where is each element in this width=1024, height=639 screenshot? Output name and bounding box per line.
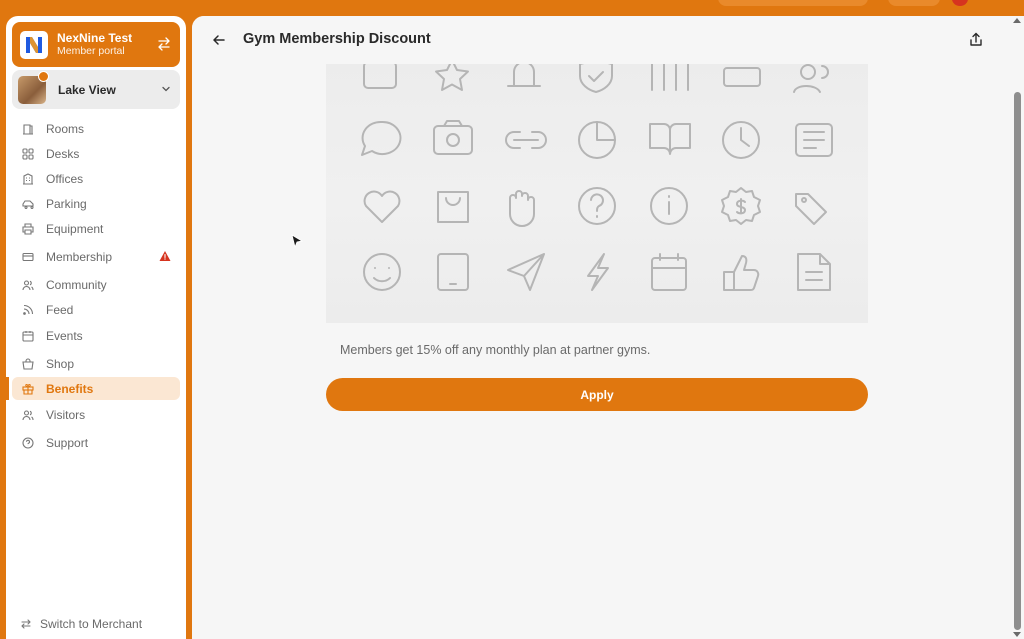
desks-icon	[22, 147, 34, 160]
scrollbar-thumb[interactable]	[1014, 92, 1021, 630]
scroll-up-arrow-icon[interactable]	[1013, 18, 1021, 23]
sidebar-item-label: Desks	[46, 146, 80, 161]
back-arrow-icon[interactable]	[212, 33, 226, 47]
sidebar-item-label: Benefits	[46, 381, 94, 396]
card-icon	[22, 252, 34, 261]
sidebar-item-benefits[interactable]: Benefits	[6, 377, 180, 400]
offices-icon	[23, 172, 33, 185]
help-icon	[22, 436, 34, 449]
page-header: Gym Membership Discount	[192, 16, 1000, 64]
main-panel: Gym Membership Discount Members get 15% …	[192, 16, 1024, 639]
sidebar-item-equipment[interactable]: Equipment	[12, 217, 180, 240]
location-selector[interactable]: Lake View	[12, 70, 180, 109]
sidebar-item-label: Feed	[46, 302, 74, 317]
switch-arrows-icon[interactable]	[156, 36, 172, 52]
share-icon[interactable]	[969, 32, 983, 47]
gift-icon	[22, 383, 34, 395]
sidebar-item-community[interactable]: Community	[12, 273, 180, 296]
sidebar-item-label: Rooms	[46, 121, 85, 136]
sidebar-item-label: Shop	[46, 356, 75, 371]
sidebar-item-shop[interactable]: Shop	[12, 352, 180, 375]
sidebar-item-label: Parking	[46, 196, 87, 211]
rooms-icon	[23, 123, 33, 135]
org-subtitle: Member portal	[57, 45, 125, 57]
sidebar-item-label: Community	[46, 277, 107, 292]
sidebar-item-label: Membership	[46, 249, 113, 264]
calendar-icon	[22, 330, 34, 342]
org-name: NexNine Test	[57, 31, 133, 45]
switch-to-merchant-label: Switch to Merchant	[40, 617, 143, 631]
sidebar-item-visitors[interactable]: Visitors	[12, 403, 180, 426]
sidebar-item-rooms[interactable]: Rooms	[12, 117, 180, 140]
warning-icon	[159, 251, 171, 261]
mouse-cursor-icon	[291, 234, 304, 249]
org-logo	[20, 30, 48, 59]
location-badge-icon	[38, 70, 49, 82]
sidebar-item-events[interactable]: Events	[12, 324, 180, 347]
location-thumbnail	[18, 70, 49, 104]
chevron-down-icon	[162, 86, 170, 92]
switch-arrows-icon	[21, 619, 31, 629]
printer-icon	[22, 222, 34, 235]
sidebar-item-label: Equipment	[46, 221, 104, 236]
apply-button[interactable]: Apply	[326, 378, 868, 411]
visitors-icon	[22, 409, 34, 420]
benefit-description: Members get 15% off any monthly plan at …	[340, 343, 651, 357]
org-switcher[interactable]: NexNine Test Member portal	[12, 22, 180, 67]
page-title: Gym Membership Discount	[243, 31, 431, 47]
sidebar-item-support[interactable]: Support	[12, 431, 180, 454]
sidebar: NexNine Test Member portal Lake View Roo…	[6, 16, 186, 639]
sidebar-item-feed[interactable]: Feed	[12, 298, 180, 321]
topbar-button[interactable]	[888, 0, 940, 6]
location-name: Lake View	[58, 82, 116, 97]
scroll-down-arrow-icon[interactable]	[1013, 632, 1021, 637]
users-icon	[22, 279, 34, 290]
sidebar-item-offices[interactable]: Offices	[12, 167, 180, 190]
topbar-search-pill[interactable]	[718, 0, 868, 6]
sidebar-item-label: Visitors	[46, 407, 86, 422]
sidebar-item-desks[interactable]: Desks	[12, 142, 180, 165]
shop-icon	[22, 357, 34, 370]
switch-to-merchant-button[interactable]: Switch to Merchant	[20, 617, 142, 631]
sidebar-item-membership[interactable]: Membership	[12, 245, 180, 268]
notification-dot[interactable]	[952, 0, 968, 6]
car-icon	[22, 199, 34, 209]
sidebar-item-parking[interactable]: Parking	[12, 192, 180, 215]
sidebar-item-label: Offices	[46, 171, 84, 186]
scrollbar[interactable]	[1008, 16, 1024, 639]
sidebar-item-label: Support	[46, 435, 89, 450]
rss-icon	[23, 304, 34, 315]
sidebar-item-label: Events	[46, 328, 83, 343]
